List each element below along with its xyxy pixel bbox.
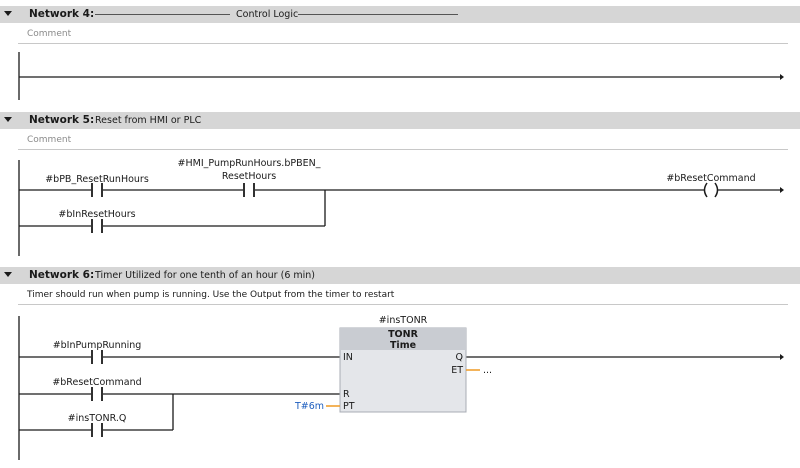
pt-value[interactable]: T#6m: [294, 401, 324, 412]
label-hmi-line1: #HMI_PumpRunHours.bPBEN_: [178, 158, 321, 169]
contact-pump-running[interactable]: [91, 350, 103, 364]
label-pump-running: #bInPumpRunning: [53, 340, 142, 351]
et-value[interactable]: ...: [483, 365, 492, 376]
label-reset-run-hours: #bPB_ResetRunHours: [45, 174, 149, 185]
rung-end-icon: [780, 187, 784, 193]
timer-type: TONR: [388, 329, 419, 340]
label-hmi-line2: ResetHours: [222, 171, 276, 182]
pin-pt-label: PT: [343, 401, 355, 412]
pin-q-label: Q: [456, 352, 463, 363]
label-reset-command: #bResetCommand: [52, 377, 141, 388]
label-tonr-q: #insTONR.Q: [68, 413, 127, 424]
timer-subtype: Time: [390, 340, 416, 351]
pin-in-label: IN: [343, 352, 353, 363]
pin-r-label: R: [343, 389, 350, 400]
rung-end-icon: [780, 354, 784, 360]
label-in-reset-hours: #bInResetHours: [58, 209, 135, 220]
pin-et-label: ET: [451, 365, 463, 376]
contact-hmi-reset-hours[interactable]: [243, 183, 255, 197]
contact-in-reset-hours[interactable]: [91, 219, 103, 233]
rung-end-icon: [780, 74, 784, 80]
ladder-diagram: #bPB_ResetRunHours #HMI_PumpRunHours.bPB…: [18, 52, 784, 460]
contact-tonr-q[interactable]: [91, 423, 103, 437]
label-coil-reset-command: #bResetCommand: [666, 173, 755, 184]
coil-reset-command[interactable]: [703, 182, 719, 198]
contact-reset-run-hours[interactable]: [91, 183, 103, 197]
timer-instance-name: #insTONR: [379, 315, 428, 326]
contact-reset-command[interactable]: [91, 387, 103, 401]
